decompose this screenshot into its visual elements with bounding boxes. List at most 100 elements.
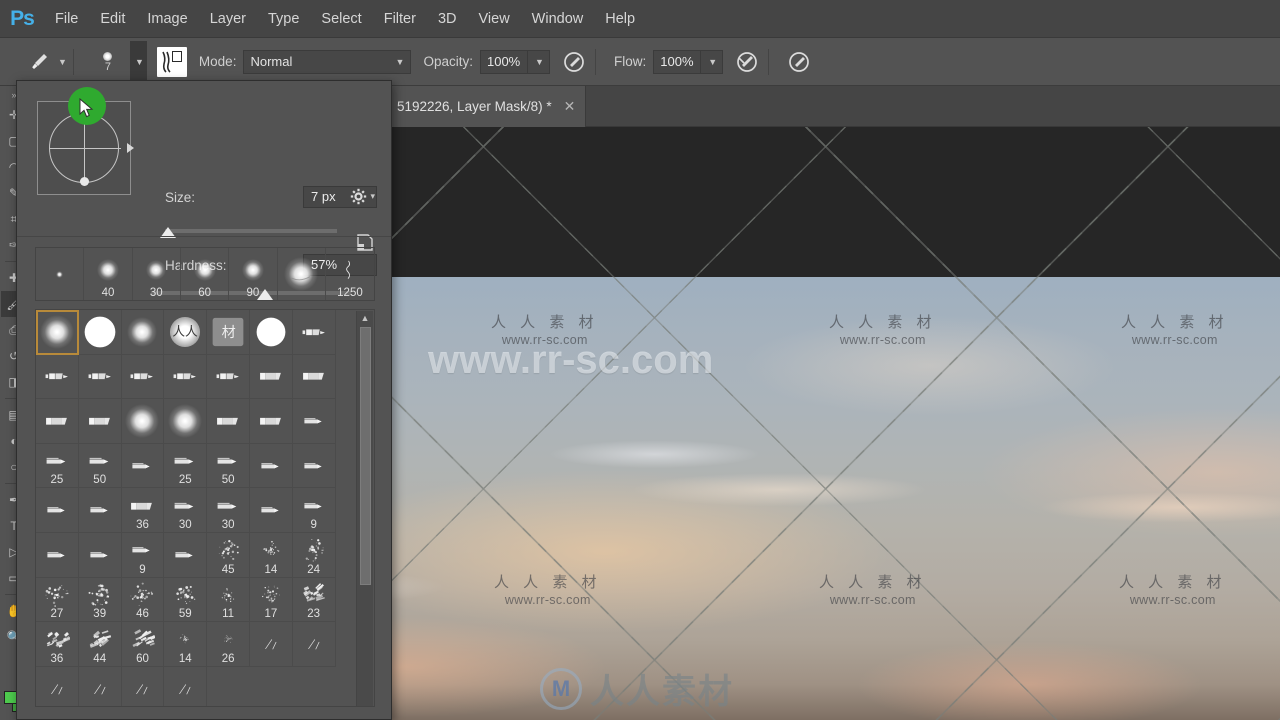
menu-select[interactable]: Select [310,0,372,38]
brush-preset-cell[interactable] [293,444,336,489]
recent-brush-cell[interactable] [278,248,326,300]
recent-brush-cell[interactable]: 1250 [326,248,374,300]
brush-preset-cell[interactable] [250,622,293,667]
airbrush-icon[interactable] [732,47,762,77]
brush-preset-cell[interactable] [79,667,122,707]
brush-preset-cell[interactable] [36,488,79,533]
brush-panel-toggle-icon[interactable] [157,47,187,77]
brush-preset-cell[interactable]: 50 [207,444,250,489]
brush-preset-grid[interactable]: 人人 材 25 50 25 50 36 30 30 9 9 45 14 24 27 39 46 59 11 17 23 3… [35,309,375,707]
brush-preset-cell[interactable] [79,488,122,533]
brush-preset-cell[interactable] [250,310,293,355]
pressure-size-icon[interactable] [784,47,814,77]
opacity-chevron-down-icon[interactable]: ▼ [528,50,550,74]
menu-type[interactable]: Type [257,0,310,38]
brush-preset-cell[interactable]: 44 [79,622,122,667]
brush-preset-cell[interactable] [164,399,207,444]
brush-preset-cell[interactable]: 11 [207,578,250,623]
recent-brushes-strip[interactable]: 40 30 60 90 1250 [35,247,375,301]
brush-preset-cell[interactable] [36,533,79,578]
panel-menu-button[interactable]: ▾ [350,188,375,205]
size-slider[interactable] [165,224,337,240]
brush-preset-cell[interactable]: 14 [164,622,207,667]
brush-preset-cell[interactable] [164,667,207,707]
menu-edit[interactable]: Edit [89,0,136,38]
brush-preset-cell[interactable] [122,355,165,400]
brush-preset-cell[interactable] [250,444,293,489]
brush-preset-cell[interactable] [250,488,293,533]
brush-preset-cell[interactable]: 9 [293,488,336,533]
brush-preset-cell[interactable] [293,355,336,400]
brush-preset-cell[interactable] [250,399,293,444]
brush-preset-cell[interactable]: 材 [207,310,250,355]
brush-preset-cell[interactable] [36,399,79,444]
menu-filter[interactable]: Filter [373,0,427,38]
brush-preset-cell[interactable]: 30 [207,488,250,533]
menu-3d[interactable]: 3D [427,0,468,38]
brush-preset-cell[interactable]: 9 [122,533,165,578]
brush-preset-cell[interactable]: 59 [164,578,207,623]
brush-preset-cell[interactable]: 46 [122,578,165,623]
brush-preset-cell[interactable] [36,355,79,400]
brush-preset-cell[interactable]: 45 [207,533,250,578]
brush-preset-cell[interactable] [207,355,250,400]
brush-preset-cell[interactable] [250,355,293,400]
document-tab[interactable]: 5192226, Layer Mask/8) * ✕ [385,86,586,127]
menu-window[interactable]: Window [521,0,595,38]
brush-preset-cell[interactable]: 30 [164,488,207,533]
brush-preset-cell[interactable]: 27 [36,578,79,623]
recent-brush-cell[interactable] [36,248,84,300]
angle-handle-arrow[interactable] [127,143,134,153]
brush-preset-cell[interactable]: 人人 [164,310,207,355]
brush-preset-cell[interactable]: 39 [79,578,122,623]
menu-image[interactable]: Image [136,0,198,38]
menu-view[interactable]: View [468,0,521,38]
brush-preset-cell[interactable]: 26 [207,622,250,667]
brush-preset-cell[interactable] [293,399,336,444]
brush-preset-cell[interactable]: 36 [122,488,165,533]
menu-help[interactable]: Help [594,0,646,38]
brush-preset-cell[interactable]: 25 [36,444,79,489]
menu-layer[interactable]: Layer [199,0,257,38]
brush-preset-cell[interactable] [36,310,79,355]
scrollbar-thumb[interactable] [360,327,371,585]
brush-preset-cell[interactable]: 50 [79,444,122,489]
roundness-handle-bottom[interactable] [80,177,89,186]
brush-preset-cell[interactable] [164,533,207,578]
menu-file[interactable]: File [44,0,89,38]
brush-preset-cell[interactable] [293,622,336,667]
brush-preset-cell[interactable] [122,444,165,489]
brush-preset-picker-chevron-down-icon[interactable]: ▼ [130,41,147,83]
brush-preset-cell[interactable]: 23 [293,578,336,623]
blend-mode-select[interactable]: Normal ▼ [243,50,411,74]
brush-preset-cell[interactable] [79,310,122,355]
brush-preset-picker-panel[interactable]: Size: 7 px Hardness: 57% [16,80,392,720]
flow-input[interactable]: 100% [653,50,701,74]
brush-preset-cell[interactable] [293,310,336,355]
chevron-up-icon[interactable]: ▲ [357,311,373,325]
brush-preset-cell[interactable] [79,399,122,444]
pressure-opacity-icon[interactable] [559,47,589,77]
brush-preset-cell[interactable]: 60 [122,622,165,667]
brush-preset-cell[interactable] [164,355,207,400]
chevron-down-icon[interactable]: ▾ [370,191,375,202]
brush-preset-cell[interactable]: 17 [250,578,293,623]
brush-preset-cell[interactable]: 14 [250,533,293,578]
brush-preset-cell[interactable] [122,310,165,355]
brush-preset-preview[interactable]: 7 [88,42,128,82]
recent-brush-cell[interactable]: 60 [181,248,229,300]
recent-brush-cell[interactable]: 90 [229,248,277,300]
brush-icon[interactable] [22,45,56,79]
opacity-input[interactable]: 100% [480,50,528,74]
flow-chevron-down-icon[interactable]: ▼ [701,50,723,74]
brush-preset-cell[interactable]: 24 [293,533,336,578]
brush-preset-cell[interactable] [79,355,122,400]
brush-preset-cell[interactable] [122,399,165,444]
brush-tool-chevron-down-icon[interactable]: ▼ [58,57,67,67]
recent-brush-cell[interactable]: 30 [133,248,181,300]
recent-brush-cell[interactable]: 40 [84,248,132,300]
brush-preset-cell[interactable] [79,533,122,578]
brush-preset-cell[interactable] [122,667,165,707]
brush-preset-cell[interactable] [207,399,250,444]
close-icon[interactable]: ✕ [564,98,576,115]
